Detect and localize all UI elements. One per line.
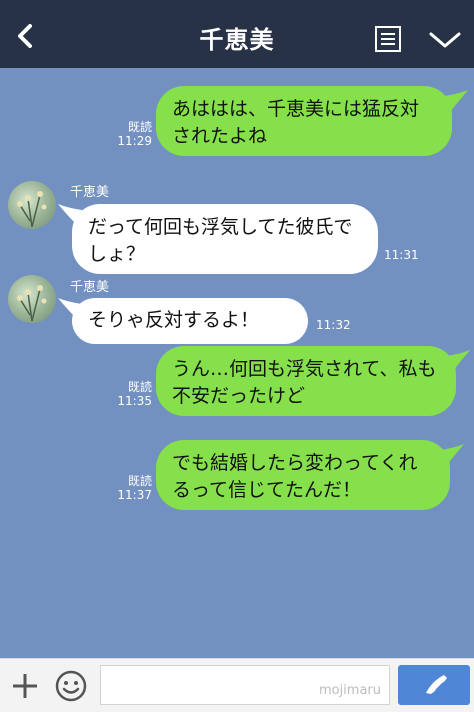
message-time: 11:35 [117, 394, 152, 408]
sender-name: 千恵美 [70, 280, 110, 295]
message-text: そりゃ反対するよ！ [88, 309, 260, 331]
bubble-tail-icon [444, 90, 468, 112]
chat-header: 千恵美 [0, 0, 474, 68]
read-receipt: 既読 [127, 380, 152, 394]
message-text: だって何回も浮気してた彼氏でしょ？ [88, 216, 353, 265]
read-receipt: 既読 [127, 474, 152, 488]
my-message-bubble[interactable]: でも結婚したら変わってくれるって信じてたんだ！ [156, 440, 450, 510]
avatar[interactable] [8, 275, 56, 323]
message-text: でも結婚したら変わってくれるって信じてたんだ！ [172, 452, 418, 501]
bubble-tail-icon [446, 350, 470, 372]
chat-footer: mojimaru [0, 658, 474, 712]
bubble-tail-icon [58, 204, 82, 224]
message-text: あははは、千恵美には猛反対されたよね [172, 98, 420, 147]
message-time: 11:29 [117, 134, 152, 148]
smile-icon[interactable] [54, 669, 88, 703]
message-meta: 既読 11:29 [110, 120, 152, 148]
chat-area[interactable]: 既読 11:29 あははは、千恵美には猛反対されたよね 千恵美 だって何回も浮気… [0, 68, 474, 658]
message-text: うん…何回も浮気されて、私も不安だったけど [172, 358, 437, 407]
message-time: 11:37 [117, 488, 152, 502]
chevron-down-icon[interactable] [428, 30, 462, 50]
message-time: 11:31 [384, 248, 419, 262]
their-message-bubble[interactable]: だって何回も浮気してた彼氏でしょ？ [72, 204, 378, 274]
my-message-bubble[interactable]: あははは、千恵美には猛反対されたよね [156, 86, 452, 156]
message-time: 11:32 [316, 318, 351, 332]
message-meta: 既読 11:37 [110, 474, 152, 502]
avatar[interactable] [8, 181, 56, 229]
phone-icon [426, 675, 447, 694]
message-meta: 既読 11:35 [110, 380, 152, 408]
avatar-flower-icon [17, 285, 47, 322]
message-input[interactable]: mojimaru [100, 665, 390, 705]
their-message-bubble[interactable]: そりゃ反対するよ！ [72, 298, 308, 344]
call-button[interactable] [398, 665, 470, 705]
my-message-bubble[interactable]: うん…何回も浮気されて、私も不安だったけど [156, 346, 456, 416]
watermark-text: mojimaru [318, 683, 381, 698]
bubble-tail-icon [58, 298, 82, 318]
avatar-flower-icon [17, 191, 47, 228]
note-icon[interactable] [374, 25, 402, 53]
bubble-tail-icon [440, 444, 464, 466]
sender-name: 千恵美 [70, 185, 110, 200]
plus-icon[interactable] [10, 671, 40, 701]
chat-title: 千恵美 [199, 26, 275, 54]
read-receipt: 既読 [127, 120, 152, 134]
